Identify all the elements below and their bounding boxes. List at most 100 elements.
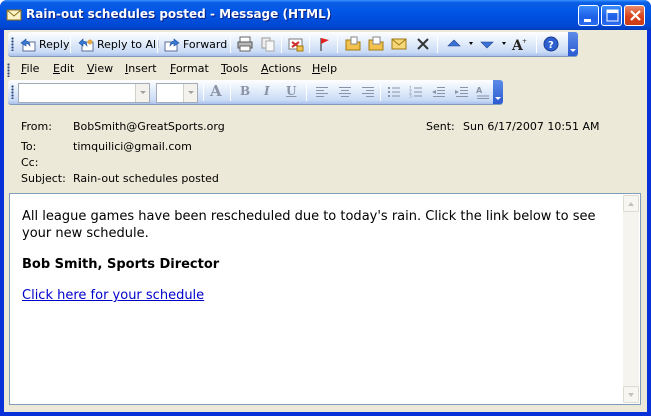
menu-actions[interactable]: Actions [261,62,301,75]
message-body[interactable]: All league games have been rescheduled d… [9,193,641,405]
separator [536,36,537,53]
separator [306,84,307,101]
to-label: To: [21,140,37,153]
menu-format[interactable]: Format [170,62,209,75]
align-left-icon[interactable] [314,84,330,100]
style-dropdown-arrow[interactable] [135,84,149,102]
body-content: All league games have been rescheduled d… [22,208,618,318]
title-bar[interactable]: Rain-out schedules posted - Message (HTM… [0,0,651,30]
center-icon[interactable] [337,84,353,100]
numbering-icon[interactable]: 123 [408,84,424,100]
separator [230,84,231,101]
envelope-icon [6,9,22,21]
previous-dropdown-arrow[interactable] [469,42,473,45]
forward-label: Forward [183,38,228,51]
delete-icon[interactable] [415,36,431,52]
separator [281,36,282,53]
separator [437,36,438,53]
message-window: Rain-out schedules posted - Message (HTM… [0,0,651,416]
maximize-button[interactable] [601,5,622,26]
separator [70,36,71,53]
forward-button[interactable]: Forward [164,35,227,54]
svg-text:A: A [476,86,483,95]
next-item-icon[interactable] [479,36,495,52]
toolbar-options-chevron[interactable] [493,80,503,104]
font-color-button[interactable]: A [210,82,222,100]
separator [157,36,158,53]
window-title: Rain-out schedules posted - Message (HTM… [26,7,332,21]
minimize-icon [584,19,591,22]
reply-all-label: Reply to All [97,38,160,51]
italic-button[interactable]: I [264,84,270,98]
open-folder-icon[interactable] [345,36,361,52]
increase-indent-icon[interactable] [454,84,470,100]
menu-edit[interactable]: Edit [53,62,74,75]
svg-text:?: ? [548,40,554,51]
svg-text:+: + [522,38,527,45]
window-client: Reply Reply to All Forward A + ? File Ed… [4,30,647,412]
print-icon[interactable] [237,36,253,52]
align-right-icon[interactable] [360,84,376,100]
sent-value: Sun 6/17/2007 10:51 AM [463,120,600,133]
reply-all-button[interactable]: Reply to All [78,35,159,54]
move-to-folder-icon[interactable] [288,36,304,52]
menu-tools[interactable]: Tools [221,62,248,75]
svg-text:3: 3 [409,94,412,100]
subject-label: Subject: [21,172,66,185]
signature: Bob Smith, Sports Director [22,257,220,272]
toolbar-grip[interactable] [11,85,14,99]
underline-button[interactable]: U [286,84,296,98]
separator [380,84,381,101]
sent-label: Sent: [426,120,455,133]
reply-label: Reply [39,38,70,51]
style-combo[interactable] [18,83,150,103]
help-icon[interactable]: ? [543,36,559,52]
toolbar-options-chevron[interactable] [568,32,578,56]
message-header: From: BobSmith@GreatSports.org Sent: Sun… [4,110,647,188]
size-dropdown-arrow[interactable] [183,84,197,102]
menu-help[interactable]: Help [312,62,337,75]
formatting-icon[interactable]: A [475,84,491,100]
from-value[interactable]: BobSmith@GreatSports.org [73,120,225,133]
to-value[interactable]: timquilici@gmail.com [73,140,192,153]
separator [203,84,204,101]
close-button[interactable] [624,5,645,26]
font-size-icon[interactable]: A + [511,36,527,52]
separator [230,36,231,53]
minimize-button[interactable] [578,5,599,26]
reply-button[interactable]: Reply [20,35,69,54]
decrease-indent-icon[interactable] [431,84,447,100]
standard-toolbar: Reply Reply to All Forward A + ? [8,32,578,57]
menu-bar: File Edit View Insert Format Tools Actio… [4,58,647,80]
next-dropdown-arrow[interactable] [502,42,506,45]
menubar-grip[interactable] [7,63,10,77]
separator [309,36,310,53]
menu-insert[interactable]: Insert [125,62,157,75]
separator [337,36,338,53]
reply-all-icon [78,37,94,51]
maximize-icon [606,9,619,22]
formatting-toolbar: A B I U 123 A [8,80,503,105]
cc-label: Cc: [21,156,39,169]
font-size-combo[interactable] [156,83,198,103]
scroll-up-button[interactable] [623,195,639,212]
schedule-link[interactable]: Click here for your schedule [22,288,204,303]
categorize-icon[interactable] [368,36,384,52]
vertical-scrollbar[interactable] [623,195,639,403]
scroll-down-button[interactable] [623,386,639,403]
toolbar-grip[interactable] [11,37,14,51]
forward-icon [164,37,180,51]
from-label: From: [21,120,52,133]
bold-button[interactable]: B [240,84,250,98]
menu-file[interactable]: File [21,62,39,75]
copy-icon[interactable] [260,36,276,52]
subject-value: Rain-out schedules posted [73,172,219,185]
close-icon [630,10,641,21]
previous-item-icon[interactable] [446,36,462,52]
body-paragraph: All league games have been rescheduled d… [22,209,596,241]
flag-icon[interactable] [316,36,332,52]
reply-icon [20,37,36,51]
mark-envelope-icon[interactable] [391,36,407,52]
bullets-icon[interactable] [386,84,402,100]
menu-view[interactable]: View [87,62,113,75]
